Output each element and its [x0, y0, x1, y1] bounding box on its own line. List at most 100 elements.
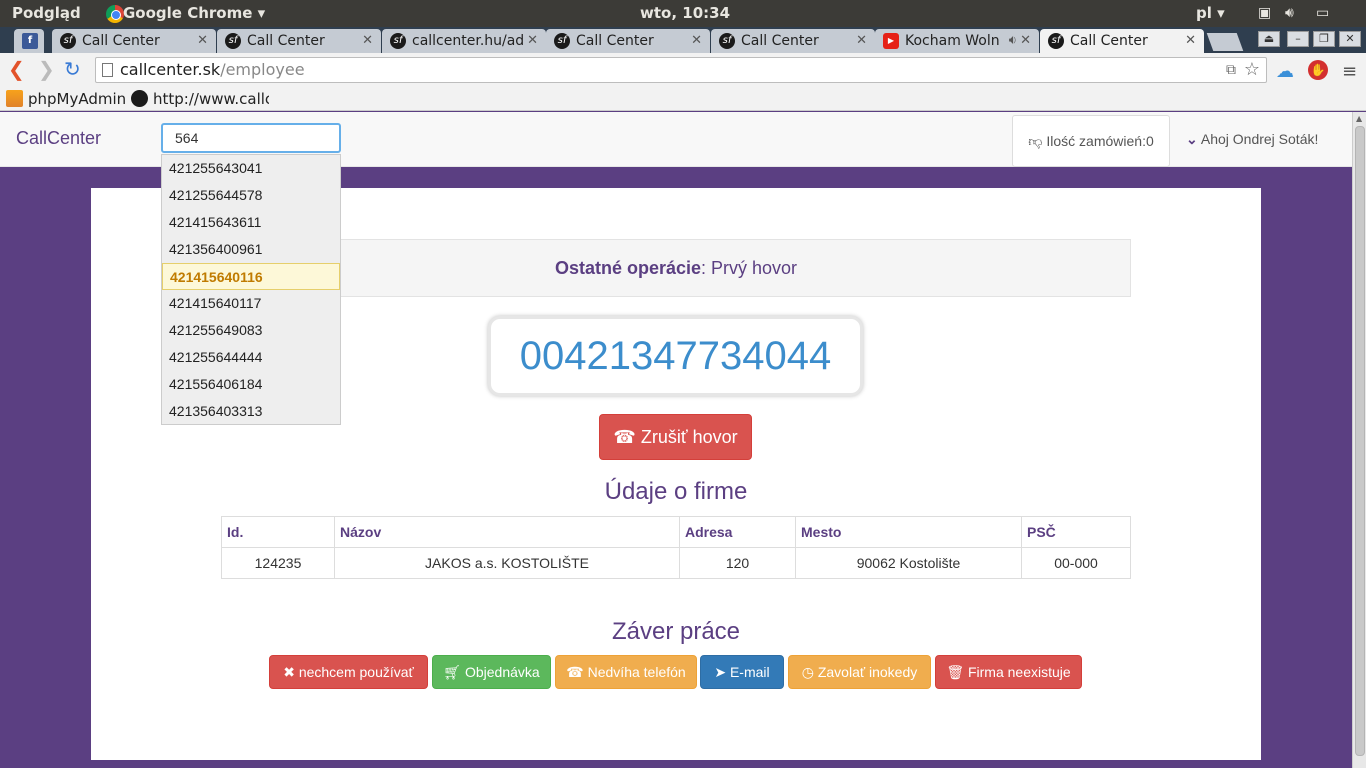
autocomplete-item-selected[interactable]: 421415640116: [162, 263, 340, 290]
cell-city: 90062 Kostolište: [795, 547, 1022, 579]
back-icon[interactable]: ❮: [8, 59, 25, 79]
ops-value: : Prvý hovor: [701, 258, 798, 278]
adblock-icon[interactable]: ✋: [1308, 60, 1328, 80]
bookmarks-bar: phpMyAdmin http://www.callc: [0, 87, 1366, 111]
user-menu[interactable]: ⌄ Ahoj Ondrej Soták!: [1186, 131, 1318, 148]
menu-icon[interactable]: ≡: [1342, 61, 1362, 82]
close-icon[interactable]: ✕: [691, 29, 702, 53]
battery-icon[interactable]: ▭: [1316, 5, 1329, 21]
tab-label: Call Center: [576, 33, 654, 49]
cloud-extension-icon[interactable]: ☁: [1276, 61, 1296, 82]
autocomplete-item[interactable]: 421415640117: [162, 290, 340, 317]
page-icon: [102, 63, 113, 77]
scrollbar-thumb[interactable]: [1355, 126, 1365, 756]
window-icon[interactable]: ▣: [1258, 5, 1271, 21]
address-bar[interactable]: callcenter.sk/employee ⧉ ☆: [95, 57, 1267, 83]
chevron-down-icon: ⌄: [1186, 131, 1198, 147]
column-header-id: Id.: [221, 516, 335, 548]
phone-icon: ☎: [613, 427, 636, 447]
tab-call-center-2[interactable]: sf Call Center ✕: [217, 29, 381, 53]
bookmark-callcenter[interactable]: http://www.callc: [131, 90, 269, 108]
send-icon: ➤: [714, 664, 727, 680]
autocomplete-item[interactable]: 421255649083: [162, 317, 340, 344]
window-close-icon[interactable]: ✕: [1339, 31, 1361, 47]
tab-youtube[interactable]: ▶ Kocham Woln 🔉︎ ✕: [875, 29, 1039, 53]
os-top-panel: Podgląd Google Chrome ▾ wto, 10:34 pl ▾ …: [0, 0, 1366, 27]
close-icon[interactable]: ✕: [197, 29, 208, 53]
search-autocomplete: 421255643041 421255644578 421415643611 4…: [161, 154, 341, 425]
autocomplete-item[interactable]: 421255643041: [162, 155, 340, 182]
page-scrollbar[interactable]: ▲: [1352, 112, 1366, 768]
button-label: Firma neexistuje: [967, 664, 1071, 680]
profile-icon[interactable]: ⏏: [1258, 31, 1280, 47]
symfony-icon: sf: [719, 33, 735, 49]
url-host: callcenter.sk: [120, 60, 221, 79]
close-icon[interactable]: ✕: [856, 29, 867, 53]
forward-icon[interactable]: ❯: [38, 59, 55, 79]
keyboard-layout[interactable]: pl ▾: [1196, 4, 1225, 22]
autocomplete-item[interactable]: 421415643611: [162, 209, 340, 236]
cell-address: 120: [679, 547, 796, 579]
button-label: Objednávka: [464, 664, 540, 680]
phone-icon: ☎: [566, 664, 584, 680]
firm-not-exist-button[interactable]: 🗑︎ Firma neexistuje: [935, 655, 1082, 689]
table-row: 124235 JAKOS a.s. KOSTOLIŠTE 120 90062 K…: [221, 547, 1131, 579]
minimize-icon[interactable]: –: [1287, 31, 1309, 47]
new-tab-button[interactable]: [1206, 33, 1244, 51]
tab-call-center-3[interactable]: sf Call Center ✕: [546, 29, 710, 53]
tab-facebook[interactable]: f: [14, 29, 44, 53]
column-header-zip: PSČ: [1021, 516, 1131, 548]
cancel-call-button[interactable]: ☎ Zrušiť hovor: [599, 414, 752, 460]
bookmark-phpmyadmin[interactable]: phpMyAdmin: [6, 90, 126, 108]
orders-count-label: Ilość zamówień:0: [1046, 133, 1154, 149]
close-icon[interactable]: ✕: [527, 29, 538, 53]
tab-call-center-4[interactable]: sf Call Center ✕: [711, 29, 875, 53]
work-conclusion-heading: Záver práce: [611, 618, 741, 645]
clock-icon: ◷: [801, 664, 814, 680]
no-answer-button[interactable]: ☎ Nedvíha telefón: [555, 655, 697, 689]
tab-label: Call Center: [82, 33, 160, 49]
close-icon[interactable]: ✕: [1020, 29, 1031, 53]
bookmark-label: phpMyAdmin: [28, 90, 127, 108]
tab-label: Call Center: [1070, 33, 1148, 49]
clock[interactable]: wto, 10:34: [640, 4, 730, 22]
active-app-name[interactable]: Google Chrome ▾: [123, 4, 265, 22]
tab-label: Kocham Woln: [905, 33, 1000, 49]
not-interested-button[interactable]: ✖ nechcem používať: [269, 655, 428, 689]
app-menu-label[interactable]: Podgląd: [12, 4, 81, 22]
bookmark-star-icon[interactable]: ☆: [1244, 58, 1260, 82]
column-header-name: Názov: [334, 516, 680, 548]
tab-call-center-1[interactable]: sf Call Center ✕: [52, 29, 216, 53]
tab-callcenter-hu[interactable]: sf callcenter.hu/ad ✕: [382, 29, 546, 53]
button-label: Zavolať inokedy: [817, 664, 918, 680]
table-header-row: Id. Názov Adresa Mesto PSČ: [221, 516, 1131, 548]
trash-icon: 🗑︎: [946, 664, 965, 680]
scroll-up-icon[interactable]: ▲: [1356, 114, 1362, 123]
facebook-icon: f: [22, 33, 38, 49]
url-path: /employee: [220, 60, 305, 79]
autocomplete-item[interactable]: 421356403313: [162, 398, 340, 425]
bookmark-label: http://www.callc: [153, 90, 269, 108]
translate-icon[interactable]: ⧉: [1226, 58, 1236, 82]
call-later-button[interactable]: ◷ Zavolať inokedy: [788, 655, 931, 689]
close-icon[interactable]: ✕: [362, 29, 373, 53]
autocomplete-item[interactable]: 421255644444: [162, 344, 340, 371]
times-icon: ✖: [283, 664, 295, 680]
email-button[interactable]: ➤ E-mail: [700, 655, 784, 689]
orders-count-button[interactable]: 👎︎ Ilość zamówień:0: [1012, 115, 1170, 167]
autocomplete-item[interactable]: 421556406184: [162, 371, 340, 398]
autocomplete-item[interactable]: 421356400961: [162, 236, 340, 263]
tab-call-center-active[interactable]: sf Call Center ✕: [1040, 29, 1204, 53]
chrome-logo-icon: [106, 5, 124, 23]
reload-icon[interactable]: ↻: [64, 59, 81, 79]
maximize-icon[interactable]: ❐: [1313, 31, 1335, 47]
close-icon[interactable]: ✕: [1185, 29, 1196, 53]
autocomplete-item[interactable]: 421255644578: [162, 182, 340, 209]
button-label: E-mail: [729, 664, 770, 680]
column-header-city: Mesto: [795, 516, 1022, 548]
brand-link[interactable]: CallCenter: [16, 128, 101, 149]
order-button[interactable]: 🛒︎ Objednávka: [432, 655, 551, 689]
volume-icon[interactable]: 🔊︎: [1285, 5, 1294, 21]
phpmyadmin-icon: [6, 90, 23, 107]
search-input[interactable]: 564: [161, 123, 341, 153]
